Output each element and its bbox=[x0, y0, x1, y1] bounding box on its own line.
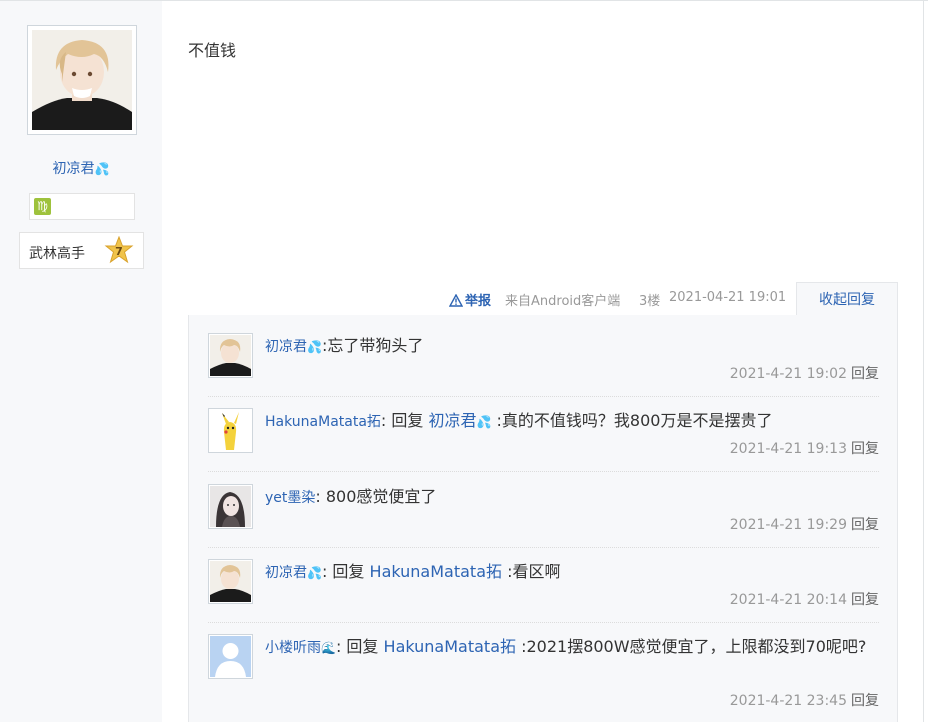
user-emoji: 🌊 bbox=[321, 641, 336, 655]
reply-body: 初凉君💦: 回复 HakunaMatata拓 :看区啊 bbox=[265, 559, 879, 586]
avatar-image bbox=[210, 335, 251, 376]
reply-button[interactable]: 回复 bbox=[851, 441, 879, 457]
reply-prefix: : 回复 bbox=[335, 637, 384, 656]
reply-item: yet墨染: 800感觉便宜了 2021-4-21 19:29 回复 bbox=[208, 484, 879, 548]
reply-meta: 2021-4-21 19:02 回复 bbox=[730, 363, 879, 383]
warning-icon bbox=[448, 293, 464, 307]
reply-item: 小楼听雨🌊: 回复 HakunaMatata拓 :2021摆800W感觉便宜了，… bbox=[208, 634, 879, 716]
report-button[interactable]: 举报 bbox=[448, 290, 491, 309]
reply-body: 小楼听雨🌊: 回复 HakunaMatata拓 :2021摆800W感觉便宜了，… bbox=[265, 634, 879, 661]
reply-divider bbox=[208, 396, 879, 397]
reply-divider bbox=[208, 471, 879, 472]
username-text[interactable]: 初凉君 bbox=[53, 161, 95, 177]
post-main: 不值钱 举报 来自Android客户端 3楼 2021-04-21 19:01 … bbox=[162, 1, 924, 722]
avatar-image bbox=[210, 410, 251, 451]
reply-prefix: : 回复 bbox=[321, 562, 370, 581]
username-emoji: 💦 bbox=[94, 162, 110, 176]
reply-button[interactable]: 回复 bbox=[851, 366, 879, 382]
reply-target-user[interactable]: 初凉君 bbox=[428, 411, 476, 430]
reply-text: :真的不值钱吗？我800万是不是摆贵了 bbox=[491, 411, 773, 430]
default-avatar-icon bbox=[210, 636, 251, 677]
avatar-image bbox=[32, 30, 132, 130]
post-source[interactable]: 来自Android客户端 bbox=[505, 290, 620, 309]
reply-body: HakunaMatata拓: 回复 初凉君💦 :真的不值钱吗？我800万是不是摆… bbox=[265, 408, 879, 435]
reply-time: 2021-4-21 19:29 bbox=[729, 517, 847, 533]
reply-text: : 800感觉便宜了 bbox=[315, 487, 437, 506]
zodiac-badge-box: ♍ bbox=[29, 193, 135, 220]
reply-avatar[interactable] bbox=[208, 484, 253, 529]
post-floor: 初凉君💦 ♍ 武林高手 7 不值钱 举报 来自Android客户端 3楼 202… bbox=[0, 0, 928, 722]
reply-username[interactable]: 初凉君 bbox=[265, 565, 307, 581]
reply-avatar[interactable] bbox=[208, 408, 253, 453]
reply-list: 初凉君💦:忘了带狗头了 2021-4-21 19:02 回复 HakunaMata… bbox=[188, 315, 898, 722]
level-number: 7 bbox=[115, 245, 123, 258]
reply-username[interactable]: HakunaMatata拓 bbox=[265, 414, 381, 430]
author-avatar[interactable] bbox=[27, 25, 137, 135]
reply-avatar[interactable] bbox=[208, 559, 253, 604]
avatar-image bbox=[210, 561, 251, 602]
virgo-icon[interactable]: ♍ bbox=[34, 198, 51, 215]
reply-body: yet墨染: 800感觉便宜了 bbox=[265, 484, 879, 511]
reply-item: 初凉君💦:忘了带狗头了 2021-4-21 19:02 回复 bbox=[208, 333, 879, 397]
report-label[interactable]: 举报 bbox=[465, 294, 491, 309]
collapse-replies-button[interactable]: 收起回复 bbox=[796, 282, 898, 316]
author-username[interactable]: 初凉君💦 bbox=[0, 158, 162, 178]
reply-body: 初凉君💦:忘了带狗头了 bbox=[265, 333, 879, 360]
reply-prefix: : 回复 bbox=[380, 411, 429, 430]
reply-meta: 2021-4-21 23:45 回复 bbox=[730, 690, 879, 710]
reply-text: :2021摆800W感觉便宜了，上限都没到70呢吧? bbox=[516, 637, 867, 656]
reply-text: :忘了带狗头了 bbox=[321, 336, 424, 355]
level-star-icon: 7 bbox=[104, 236, 134, 264]
reply-time: 2021-4-21 19:02 bbox=[729, 366, 847, 382]
reply-meta: 2021-4-21 19:13 回复 bbox=[730, 438, 879, 458]
reply-target-user[interactable]: HakunaMatata拓 bbox=[370, 562, 502, 581]
target-emoji: 💦 bbox=[476, 415, 492, 429]
level-badge[interactable]: 武林高手 7 bbox=[19, 232, 144, 269]
user-emoji: 💦 bbox=[307, 566, 322, 580]
reply-avatar[interactable] bbox=[208, 333, 253, 378]
reply-meta: 2021-4-21 19:29 回复 bbox=[730, 514, 879, 534]
reply-divider bbox=[208, 622, 879, 623]
reply-text: :看区啊 bbox=[502, 562, 561, 581]
reply-meta: 2021-4-21 20:14 回复 bbox=[730, 589, 879, 609]
reply-button[interactable]: 回复 bbox=[851, 517, 879, 533]
post-time: 2021-04-21 19:01 bbox=[669, 290, 787, 305]
source-text[interactable]: 来自Android客户端 bbox=[505, 294, 620, 309]
reply-avatar[interactable] bbox=[208, 634, 253, 679]
floor-number: 3楼 bbox=[639, 294, 661, 309]
reply-divider bbox=[208, 547, 879, 548]
reply-time: 2021-4-21 19:13 bbox=[729, 441, 847, 457]
level-title: 武林高手 bbox=[29, 246, 85, 262]
right-border bbox=[923, 1, 924, 722]
author-sidebar: 初凉君💦 ♍ 武林高手 7 bbox=[0, 1, 162, 722]
reply-target-user[interactable]: HakunaMatata拓 bbox=[384, 637, 516, 656]
user-emoji: 💦 bbox=[307, 340, 322, 354]
reply-username[interactable]: yet墨染 bbox=[265, 490, 315, 506]
reply-time: 2021-4-21 23:45 bbox=[729, 693, 847, 709]
reply-time: 2021-4-21 20:14 bbox=[729, 592, 847, 608]
post-content: 不值钱 bbox=[188, 41, 237, 60]
reply-item: HakunaMatata拓: 回复 初凉君💦 :真的不值钱吗？我800万是不是摆… bbox=[208, 408, 879, 472]
reply-username[interactable]: 初凉君 bbox=[265, 339, 307, 355]
reply-button[interactable]: 回复 bbox=[851, 592, 879, 608]
reply-item: 初凉君💦: 回复 HakunaMatata拓 :看区啊 2021-4-21 20… bbox=[208, 559, 879, 623]
avatar-image bbox=[210, 486, 251, 527]
reply-username[interactable]: 小楼听雨 bbox=[265, 640, 321, 656]
reply-button[interactable]: 回复 bbox=[851, 693, 879, 709]
